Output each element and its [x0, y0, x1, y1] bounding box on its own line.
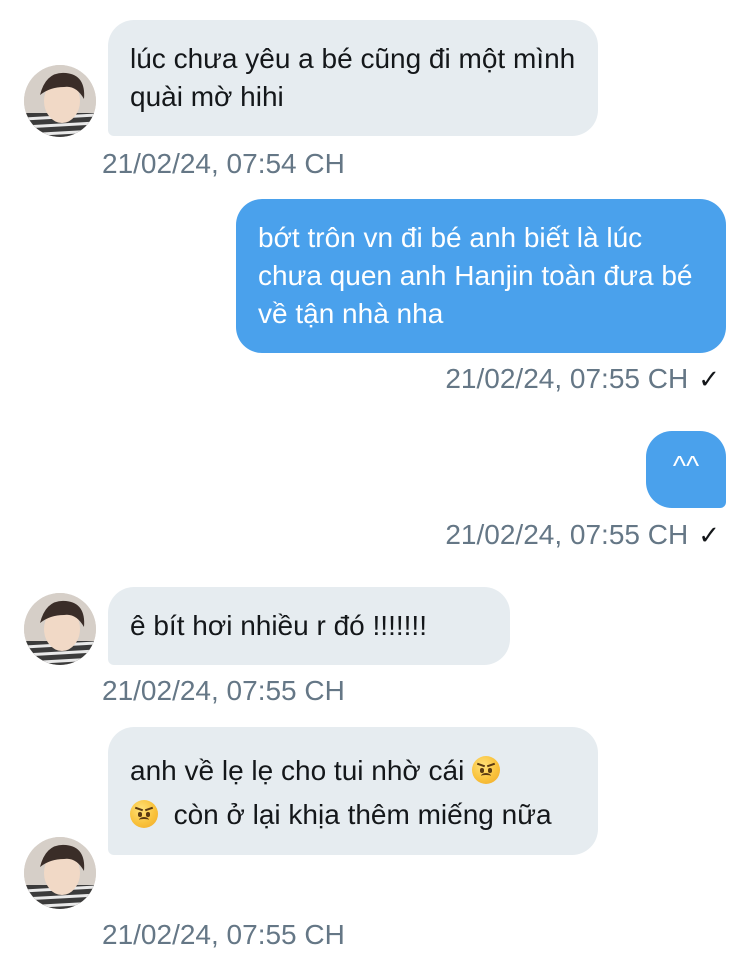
- avatar[interactable]: [24, 837, 96, 909]
- angry-face-icon: [130, 800, 158, 828]
- message-timestamp: 21/02/24, 07:55 CH ✓: [445, 519, 720, 551]
- message-timestamp: 21/02/24, 07:55 CH: [102, 675, 345, 706]
- message-bubble[interactable]: anh về lẹ lẹ cho tui nhờ cái còn ở lại k…: [108, 727, 598, 855]
- timestamp-text: 21/02/24, 07:55 CH: [445, 363, 689, 394]
- angry-face-icon: [472, 756, 501, 784]
- message-text: lúc chưa yêu a bé cũng đi một mình quài …: [130, 43, 576, 112]
- message-timestamp: 21/02/24, 07:54 CH: [102, 148, 345, 179]
- timestamp-text: 21/02/24, 07:55 CH: [445, 519, 689, 550]
- message-text: ê bít hơi nhiều r đó !!!!!!!: [130, 610, 427, 641]
- message-timestamp: 21/02/24, 07:55 CH: [102, 919, 345, 950]
- message-text-part1: anh về lẹ lẹ cho tui nhờ cái: [130, 755, 465, 786]
- message-text: ^^: [672, 450, 700, 481]
- message-text-part2: còn ở lại khịa thêm miếng nữa: [173, 799, 552, 830]
- message-bubble[interactable]: bớt trôn vn đi bé anh biết là lúc chưa q…: [236, 199, 726, 353]
- read-check-icon: ✓: [698, 520, 720, 550]
- message-bubble[interactable]: ê bít hơi nhiều r đó !!!!!!!: [108, 587, 510, 665]
- message-bubble[interactable]: ^^: [646, 431, 726, 508]
- message-text: bớt trôn vn đi bé anh biết là lúc chưa q…: [258, 222, 693, 329]
- avatar[interactable]: [24, 593, 96, 665]
- message-bubble[interactable]: lúc chưa yêu a bé cũng đi một mình quài …: [108, 20, 598, 136]
- message-timestamp: 21/02/24, 07:55 CH ✓: [445, 363, 720, 395]
- avatar[interactable]: [24, 65, 96, 137]
- read-check-icon: ✓: [698, 364, 720, 394]
